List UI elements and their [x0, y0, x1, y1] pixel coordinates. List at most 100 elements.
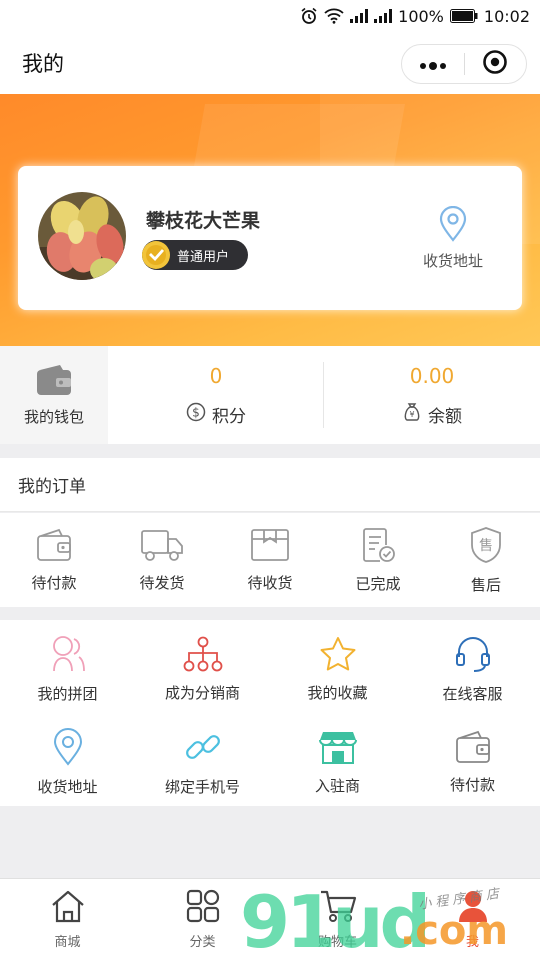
person-icon [456, 889, 490, 927]
balance-value: 0.00 [409, 363, 455, 388]
merchant-join[interactable]: 入驻商 [270, 713, 405, 806]
dollar-circle-icon: $ [186, 402, 206, 427]
link-icon [184, 728, 222, 770]
online-support[interactable]: 在线客服 [405, 620, 540, 713]
more-dots-icon [419, 55, 447, 74]
wifi-icon [324, 8, 344, 24]
my-orders-title: 我的订单 [18, 477, 86, 497]
bottom-tab-bar: 商城 分类 购物车 我 [0, 878, 540, 960]
order-completed[interactable]: 已完成 [324, 513, 432, 607]
tab-cart-label: 购物车 [317, 935, 357, 950]
mini-program-capsule [401, 44, 527, 84]
services-grid: 我的拼团 成为分销商 我的收藏 在线客服 收货地址 绑定手机号 入驻商 待付款 [0, 620, 540, 806]
shipping-address-shortcut[interactable]: 收货地址 [408, 205, 498, 271]
shield-icon: 售 [469, 526, 503, 568]
balance-label: 余额 [428, 406, 462, 427]
wallet-icon [455, 730, 491, 768]
pending-payment-shortcut-label: 待付款 [449, 776, 495, 794]
package-icon [250, 528, 290, 566]
order-pending-receipt[interactable]: 待收货 [216, 513, 324, 607]
svg-text:¥: ¥ [409, 410, 414, 419]
my-group-buy-label: 我的拼团 [37, 685, 98, 703]
my-wallet-label: 我的钱包 [23, 407, 84, 426]
order-completed-label: 已完成 [355, 574, 401, 593]
headset-icon [454, 635, 492, 677]
battery-percent: 100% [398, 6, 444, 26]
profile-banner: 攀枝花大芒果 普通用户 收货地址 [0, 94, 540, 346]
star-icon [319, 636, 357, 676]
close-mini-program-button[interactable] [465, 45, 527, 83]
cart-icon [319, 889, 357, 927]
points-stat[interactable]: 0 $ 积分 [108, 346, 324, 444]
profile-card: 攀枝花大芒果 普通用户 收货地址 [18, 166, 522, 310]
member-level-badge: 普通用户 [142, 240, 248, 270]
target-icon [482, 49, 508, 79]
balance-label-group: ¥ 余额 [402, 402, 462, 427]
svg-text:$: $ [192, 405, 200, 419]
wallet-icon [36, 364, 72, 400]
tab-mall[interactable]: 商城 [0, 879, 135, 960]
my-group-buy[interactable]: 我的拼团 [0, 620, 135, 713]
vip-check-icon [141, 240, 171, 270]
nav-bar: 我的 [0, 32, 540, 94]
points-label: 积分 [212, 406, 246, 427]
online-support-label: 在线客服 [442, 685, 503, 703]
group-icon [48, 635, 88, 677]
status-bar: 100% 10:02 [0, 0, 540, 32]
order-pending-payment-label: 待付款 [31, 573, 77, 592]
bind-phone-label: 绑定手机号 [164, 778, 240, 796]
order-pending-payment[interactable]: 待付款 [0, 513, 108, 607]
order-after-sales-label: 售后 [470, 575, 501, 594]
username: 攀枝花大芒果 [146, 210, 261, 232]
grid-icon [186, 889, 220, 927]
home-icon [50, 889, 86, 927]
order-pending-shipment[interactable]: 待发货 [108, 513, 216, 607]
clock-time: 10:02 [483, 6, 530, 26]
services-row: 收货地址 绑定手机号 入驻商 待付款 [0, 713, 540, 806]
my-orders-header[interactable]: 我的订单 [0, 458, 540, 512]
location-icon [437, 205, 469, 246]
my-favorites-label: 我的收藏 [307, 684, 368, 702]
tab-cart[interactable]: 购物车 [270, 879, 405, 960]
order-pending-receipt-label: 待收货 [247, 573, 293, 592]
wallet-stats-row: 我的钱包 0 $ 积分 0.00 ¥ 余额 [0, 346, 540, 444]
signal-icon [350, 9, 369, 23]
merchant-join-label: 入驻商 [314, 777, 360, 795]
money-bag-icon: ¥ [402, 402, 422, 427]
order-after-sales[interactable]: 售 售后 [432, 513, 540, 607]
balance-stat[interactable]: 0.00 ¥ 余额 [324, 346, 540, 444]
alarm-icon [300, 7, 318, 25]
stat-divider [323, 362, 324, 428]
order-status-row: 待付款 待发货 待收货 已完成 售 售后 [0, 513, 540, 607]
my-favorites[interactable]: 我的收藏 [270, 620, 405, 713]
more-menu-button[interactable] [402, 45, 464, 83]
shipping-address-label: 收货地址 [422, 252, 483, 270]
tab-category-label: 分类 [189, 935, 216, 950]
truck-icon [140, 528, 184, 566]
services-row: 我的拼团 成为分销商 我的收藏 在线客服 [0, 620, 540, 713]
bind-phone[interactable]: 绑定手机号 [135, 713, 270, 806]
page-title: 我的 [22, 52, 64, 76]
tab-me-label: 我 [465, 935, 479, 950]
tab-mall-label: 商城 [54, 935, 81, 950]
shipping-address[interactable]: 收货地址 [0, 713, 135, 806]
signal-icon [374, 9, 393, 23]
pending-payment-shortcut[interactable]: 待付款 [405, 713, 540, 806]
tab-category[interactable]: 分类 [135, 879, 270, 960]
wallet-icon [36, 528, 72, 566]
network-icon [183, 636, 223, 676]
tab-me[interactable]: 我 [405, 879, 540, 960]
my-wallet-button[interactable]: 我的钱包 [0, 346, 108, 444]
member-level-label: 普通用户 [177, 249, 230, 265]
location-icon [52, 728, 84, 770]
points-label-group: $ 积分 [186, 402, 246, 427]
become-distributor[interactable]: 成为分销商 [135, 620, 270, 713]
become-distributor-label: 成为分销商 [164, 684, 240, 702]
order-pending-shipment-label: 待发货 [139, 573, 185, 592]
store-icon [318, 729, 357, 769]
avatar[interactable] [38, 192, 126, 280]
points-value: 0 [209, 363, 223, 388]
shipping-address-label: 收货地址 [37, 778, 98, 796]
checklist-icon [360, 527, 396, 567]
svg-text:售: 售 [479, 538, 493, 554]
